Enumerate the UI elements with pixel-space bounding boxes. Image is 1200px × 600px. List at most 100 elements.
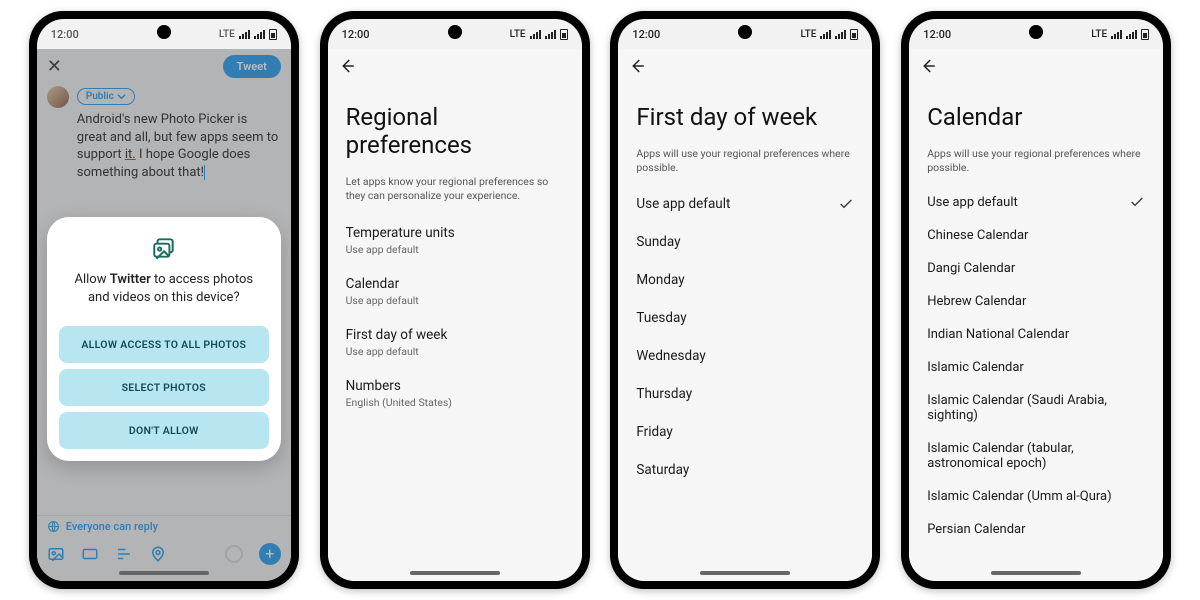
camera-notch [1029,25,1043,39]
permission-title-part1: Allow [74,272,109,287]
gesture-bar[interactable] [119,571,209,575]
first-day-of-week-screen: First day of week Apps will use your reg… [618,49,872,581]
page-subtitle: Let apps know your regional preferences … [328,175,582,211]
status-right: LTE [1091,29,1149,40]
option-row[interactable]: Thursday [618,375,872,413]
arrow-back-icon [338,57,356,75]
battery-icon [269,29,277,40]
page-title: Calendar [909,79,1163,147]
back-button[interactable] [618,49,872,79]
setting-label: Calendar [346,276,564,292]
setting-item-calendar[interactable]: Calendar Use app default [328,266,582,317]
option-row[interactable]: Friday [618,413,872,451]
option-label: Islamic Calendar [927,360,1024,375]
camera-notch [157,25,171,39]
option-row[interactable]: Tuesday [618,299,872,337]
option-row[interactable]: Monday [618,261,872,299]
option-label: Friday [636,424,672,440]
option-row[interactable]: Indian National Calendar [909,318,1163,351]
setting-value: Use app default [346,345,564,358]
option-row[interactable]: Saturday [618,451,872,489]
phone-1: 12:00 LTE ✕ Tweet Public [29,11,299,589]
phone-2: 12:00 LTE Regional preferences Let apps … [320,11,590,589]
option-label: Chinese Calendar [927,228,1028,243]
option-label: Use app default [927,195,1018,210]
setting-label: Temperature units [346,225,564,241]
option-row[interactable]: Islamic Calendar [909,351,1163,384]
setting-item-numbers[interactable]: Numbers English (United States) [328,368,582,419]
status-net: LTE [510,29,526,40]
status-net: LTE [1091,29,1107,40]
settings-list: Temperature units Use app default Calend… [328,211,582,419]
back-button[interactable] [328,49,582,79]
setting-value: Use app default [346,294,564,307]
option-row[interactable]: Chinese Calendar [909,219,1163,252]
permission-title: Allow Twitter to access photos and video… [59,271,269,320]
option-row[interactable]: Use app default [618,185,872,223]
permission-title-app: Twitter [110,272,151,287]
option-label: Islamic Calendar (tabular, astronomical … [927,441,1145,471]
option-label: Saturday [636,462,689,478]
option-row[interactable]: Sunday [618,223,872,261]
option-row[interactable]: Hebrew Calendar [909,285,1163,318]
check-icon [838,196,854,212]
page-subtitle: Apps will use your regional preferences … [618,147,872,183]
signal-icon [1111,30,1122,39]
option-label: Thursday [636,386,692,402]
option-list: Use app default Chinese Calendar Dangi Cal… [909,183,1163,546]
option-row[interactable]: Use app default [909,185,1163,219]
signal-icon [530,30,541,39]
gesture-bar[interactable] [410,571,500,575]
option-label: Sunday [636,234,680,250]
battery-icon [560,29,568,40]
screen-1: 12:00 LTE ✕ Tweet Public [37,19,291,581]
phone-4: 12:00 LTE Calendar Apps will use your re… [901,11,1171,589]
back-button[interactable] [909,49,1163,79]
select-photos-button[interactable]: SELECT PHOTOS [59,369,269,406]
option-label: Islamic Calendar (Saudi Arabia, sighting… [927,393,1145,423]
option-label: Indian National Calendar [927,327,1069,342]
setting-value: English (United States) [346,396,564,409]
status-net: LTE [800,29,816,40]
setting-item-temperature[interactable]: Temperature units Use app default [328,215,582,266]
gesture-bar[interactable] [991,571,1081,575]
option-label: Dangi Calendar [927,261,1015,276]
setting-value: Use app default [346,243,564,256]
status-right: LTE [219,29,277,40]
arrow-back-icon [919,57,937,75]
phone-3: 12:00 LTE First day of week Apps will us… [610,11,880,589]
status-right: LTE [800,29,858,40]
option-row[interactable]: Persian Calendar [909,513,1163,546]
screen-2: 12:00 LTE Regional preferences Let apps … [328,19,582,581]
screen-3: 12:00 LTE First day of week Apps will us… [618,19,872,581]
camera-notch [448,25,462,39]
option-label: Hebrew Calendar [927,294,1026,309]
option-row[interactable]: Wednesday [618,337,872,375]
check-icon [1129,194,1145,210]
option-row[interactable]: Islamic Calendar (tabular, astronomical … [909,432,1163,480]
dont-allow-button[interactable]: DON'T ALLOW [59,412,269,449]
status-right: LTE [510,29,568,40]
option-list: Use app default Sunday MondayTuesday Wednes… [618,183,872,489]
regional-preferences-screen: Regional preferences Let apps know your … [328,49,582,581]
camera-notch [738,25,752,39]
allow-all-button[interactable]: ALLOW ACCESS TO ALL PHOTOS [59,326,269,363]
arrow-back-icon [628,57,646,75]
twitter-compose-screen: ✕ Tweet Public Android's new Photo Picke… [37,49,291,581]
page-title: Regional preferences [328,79,582,175]
status-time: 12:00 [632,28,660,41]
status-time: 12:00 [342,28,370,41]
option-label: Persian Calendar [927,522,1025,537]
gesture-bar[interactable] [700,571,790,575]
battery-icon [850,29,858,40]
page-title: First day of week [618,79,872,147]
option-label: Use app default [636,196,730,212]
option-row[interactable]: Islamic Calendar (Umm al-Qura) [909,480,1163,513]
signal-icon-2 [254,30,265,39]
option-label: Wednesday [636,348,705,364]
signal-icon-2 [835,30,846,39]
setting-item-first-day[interactable]: First day of week Use app default [328,317,582,368]
option-row[interactable]: Dangi Calendar [909,252,1163,285]
battery-icon [1141,29,1149,40]
option-row[interactable]: Islamic Calendar (Saudi Arabia, sighting… [909,384,1163,432]
